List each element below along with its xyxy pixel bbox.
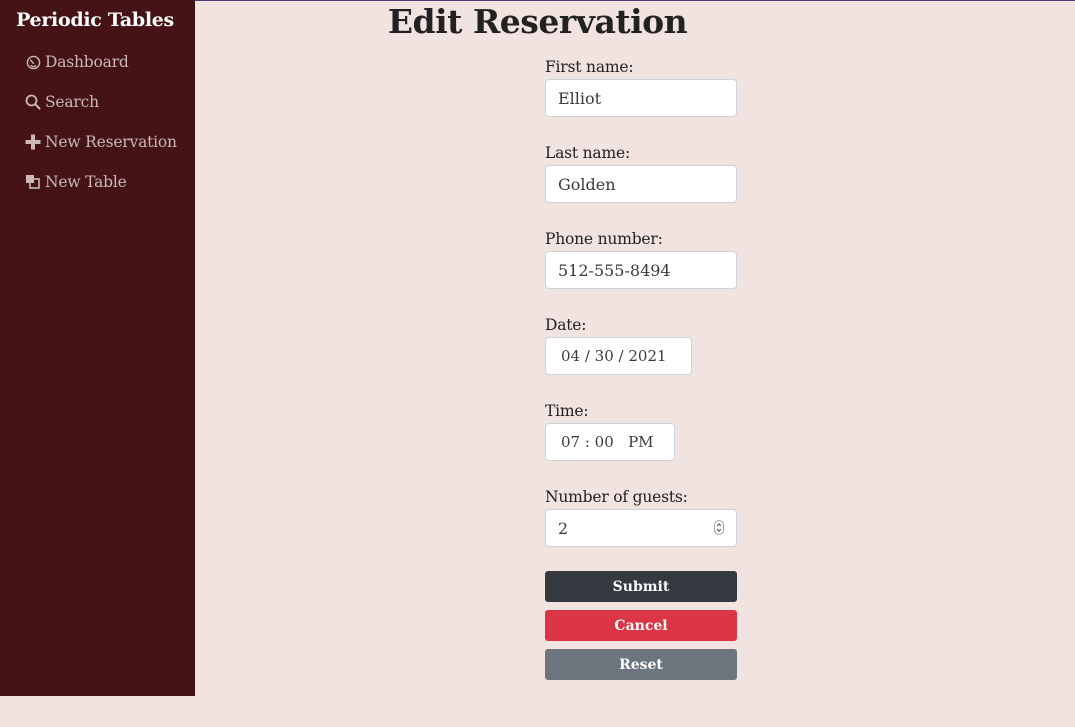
first-name-input[interactable]: Elliot xyxy=(545,79,737,117)
sidebar-item-new-table[interactable]: New Table xyxy=(25,171,127,193)
first-name-label: First name: xyxy=(545,58,634,76)
layers-icon xyxy=(25,174,41,190)
guests-input[interactable]: 2 xyxy=(545,509,737,547)
last-name-input[interactable]: Golden xyxy=(545,165,737,203)
sidebar-item-label: Search xyxy=(45,93,99,111)
sidebar-item-label: New Reservation xyxy=(45,133,177,151)
last-name-value: Golden xyxy=(558,174,616,194)
number-spinner-icon[interactable] xyxy=(714,520,724,535)
last-name-label: Last name: xyxy=(545,144,630,162)
time-label: Time: xyxy=(545,402,589,420)
time-input[interactable]: 07 : 00 PM xyxy=(545,423,675,461)
guests-label: Number of guests: xyxy=(545,488,688,506)
sidebar-item-label: New Table xyxy=(45,173,127,191)
plus-icon xyxy=(25,134,41,150)
date-value: 04 / 30 / 2021 xyxy=(561,347,667,365)
search-icon xyxy=(25,94,41,110)
first-name-value: Elliot xyxy=(558,88,602,108)
page-title: Edit Reservation xyxy=(205,2,1075,41)
date-input[interactable]: 04 / 30 / 2021 xyxy=(545,337,692,375)
reset-button[interactable]: Reset xyxy=(545,649,737,680)
phone-number-input[interactable]: 512-555-8494 xyxy=(545,251,737,289)
phone-number-value: 512-555-8494 xyxy=(558,260,671,280)
phone-number-label: Phone number: xyxy=(545,230,663,248)
cancel-button[interactable]: Cancel xyxy=(545,610,737,641)
sidebar-item-search[interactable]: Search xyxy=(25,91,99,113)
time-value: 07 : 00 PM xyxy=(561,433,654,451)
sidebar: Periodic Tables Dashboard Search New Res… xyxy=(0,0,195,696)
sidebar-item-label: Dashboard xyxy=(45,53,129,71)
submit-button[interactable]: Submit xyxy=(545,571,737,602)
guests-value: 2 xyxy=(558,518,569,538)
sidebar-item-new-reservation[interactable]: New Reservation xyxy=(25,131,177,153)
page-title-text: Edit Reservation xyxy=(387,2,688,41)
sidebar-item-dashboard[interactable]: Dashboard xyxy=(25,51,129,73)
date-label: Date: xyxy=(545,316,587,334)
dashboard-gauge-icon xyxy=(25,54,41,70)
